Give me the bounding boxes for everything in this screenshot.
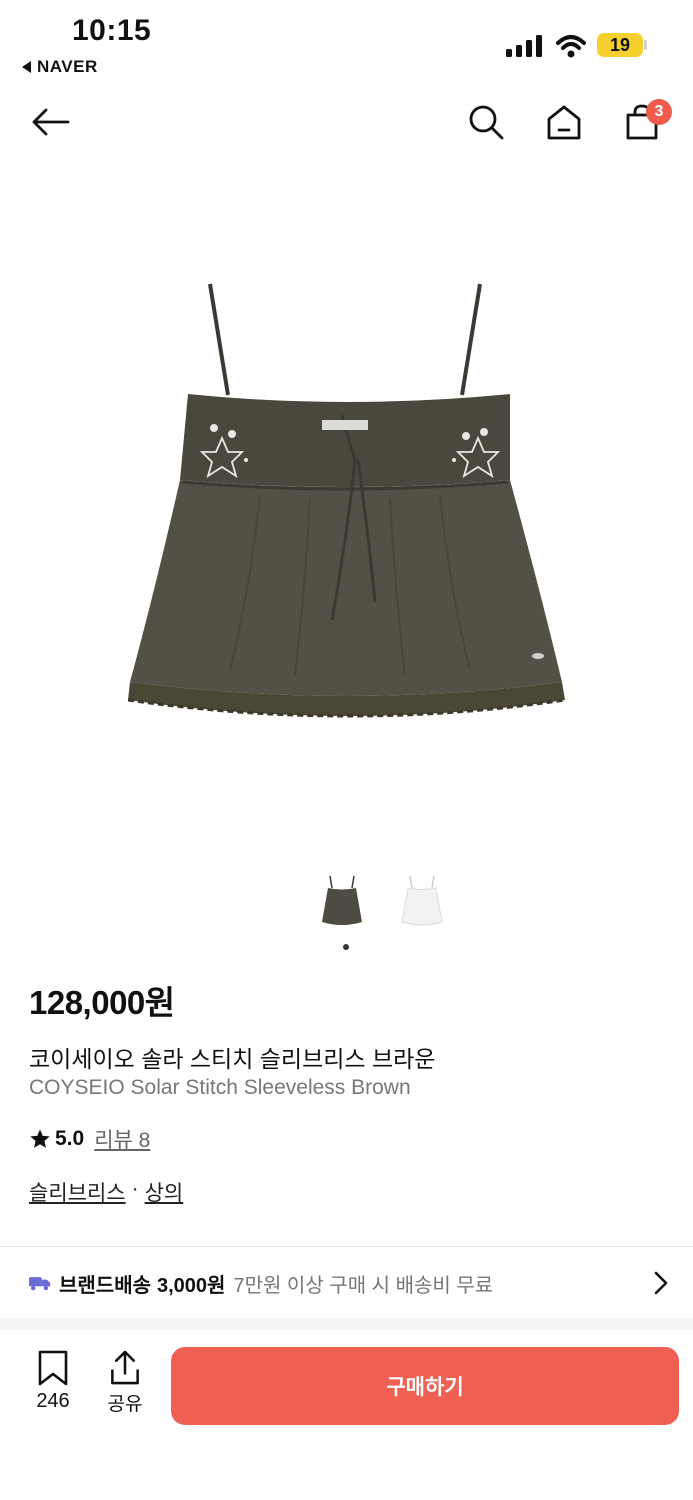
home-button[interactable] [542, 100, 586, 144]
bookmark-icon [38, 1350, 68, 1386]
home-icon [547, 105, 581, 140]
rating-value: 5.0 [55, 1127, 85, 1150]
battery-tip [644, 40, 647, 50]
category-link-tops[interactable]: 상의 [145, 1177, 184, 1207]
product-thumbnail-brown[interactable] [320, 872, 364, 930]
product-name-korean: 코이세이오 솔라 스티치 슬리브리스 브라운 [29, 1046, 436, 1072]
cellular-signal-icon [506, 35, 542, 57]
carousel-page-indicator [343, 944, 349, 950]
back-triangle-icon [22, 61, 31, 73]
search-icon [469, 105, 504, 140]
product-price: 128,000원 [29, 984, 175, 1021]
status-time: 10:15 [72, 14, 152, 47]
product-main-image[interactable] [110, 270, 590, 750]
back-arrow-icon [32, 108, 70, 136]
review-link[interactable]: 리뷰 8 [94, 1124, 150, 1154]
bookmark-button[interactable]: 246 [24, 1350, 82, 1416]
divider [0, 1246, 693, 1247]
category-separator: · [131, 1177, 139, 1200]
bookmark-count: 246 [36, 1390, 70, 1412]
back-app-label: NAVER [37, 57, 98, 76]
buy-button[interactable]: 구매하기 [171, 1347, 679, 1425]
search-button[interactable] [464, 100, 508, 144]
star-icon [30, 1129, 50, 1148]
share-icon [111, 1350, 139, 1385]
back-button[interactable] [26, 100, 74, 144]
section-separator [0, 1318, 693, 1330]
battery-indicator: 19 [597, 33, 643, 57]
shipping-info-row[interactable]: 브랜드배송 3,000원 7만원 이상 구매 시 배송비 무료 [29, 1266, 669, 1300]
product-thumbnail-white[interactable] [400, 872, 444, 930]
share-label: 공유 [107, 1394, 143, 1415]
category-breadcrumb: 슬리브리스 · 상의 [29, 1177, 183, 1207]
shipping-fee: 3,000원 [157, 1274, 226, 1297]
back-to-app-link[interactable]: NAVER [22, 57, 98, 77]
product-name-english: COYSEIO Solar Stitch Sleeveless Brown [29, 1076, 411, 1099]
wifi-icon [556, 35, 586, 58]
shipping-note: 7만원 이상 구매 시 배송비 무료 [233, 1274, 494, 1297]
cart-count-badge: 3 [646, 99, 672, 125]
chevron-right-icon [654, 1271, 668, 1295]
delivery-truck-icon [29, 1277, 51, 1291]
shipping-label: 브랜드배송 [59, 1274, 151, 1297]
share-button[interactable]: 공유 [96, 1350, 154, 1416]
product-rating: 5.0 리뷰 8 [29, 1124, 150, 1154]
category-link-sleeveless[interactable]: 슬리브리스 [29, 1177, 126, 1207]
